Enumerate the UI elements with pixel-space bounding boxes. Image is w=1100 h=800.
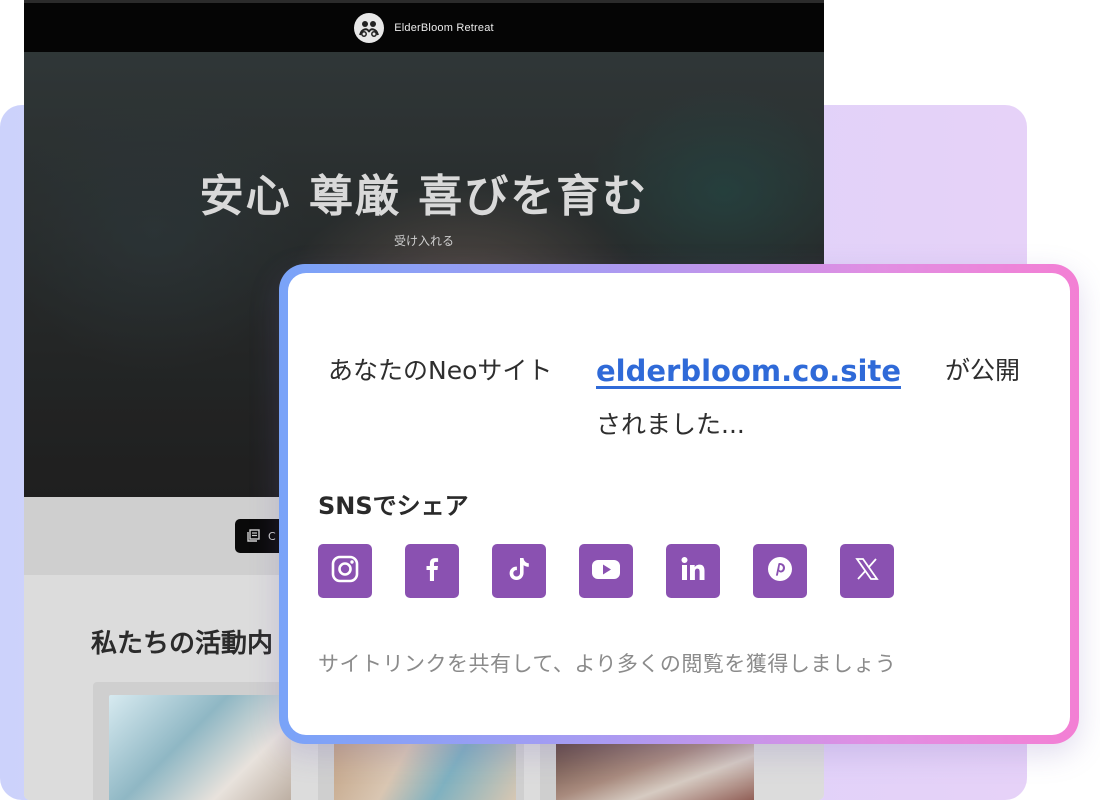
publish-suffix: が公開	[945, 356, 1021, 385]
x-icon	[853, 555, 881, 587]
social-share-row	[318, 544, 894, 598]
card-image	[556, 739, 754, 800]
publish-prefix: あなたのNeoサイト	[328, 356, 553, 385]
hero-title: 安心 尊厳 喜びを育む	[199, 171, 649, 222]
publish-continuation: されました...	[596, 410, 745, 439]
youtube-share-button[interactable]	[579, 544, 633, 598]
youtube-icon	[590, 554, 622, 588]
activity-card	[93, 682, 291, 800]
card-image	[109, 695, 291, 800]
tiktok-icon	[504, 554, 534, 588]
linkedin-share-button[interactable]	[666, 544, 720, 598]
instagram-icon	[330, 554, 360, 588]
brand-name: ElderBloom Retreat	[394, 21, 494, 34]
cta-label: C	[268, 529, 276, 543]
site-header: ElderBloom Retreat	[24, 0, 824, 52]
pinterest-share-button[interactable]	[753, 544, 807, 598]
brand-logo-icon	[354, 12, 385, 43]
linkedin-icon	[678, 554, 708, 588]
pinterest-icon	[765, 554, 795, 588]
hero-subtitle: 受け入れる	[393, 234, 454, 248]
book-icon	[247, 527, 260, 546]
card-image	[334, 739, 516, 800]
site-url-link[interactable]: elderbloom.co.site	[596, 343, 901, 399]
share-modal-frame: あなたのNeoサイト elderbloom.co.site が公開 されました.…	[279, 264, 1079, 744]
facebook-share-button[interactable]	[405, 544, 459, 598]
share-modal: あなたのNeoサイト elderbloom.co.site が公開 されました.…	[288, 273, 1070, 735]
x-share-button[interactable]	[840, 544, 894, 598]
section-title: 私たちの活動内	[91, 629, 274, 659]
share-heading: SNSでシェア	[318, 492, 469, 520]
share-hint: サイトリンクを共有して、より多くの閲覧を獲得しましょう	[318, 652, 897, 676]
facebook-icon	[417, 554, 447, 588]
tiktok-share-button[interactable]	[492, 544, 546, 598]
instagram-share-button[interactable]	[318, 544, 372, 598]
